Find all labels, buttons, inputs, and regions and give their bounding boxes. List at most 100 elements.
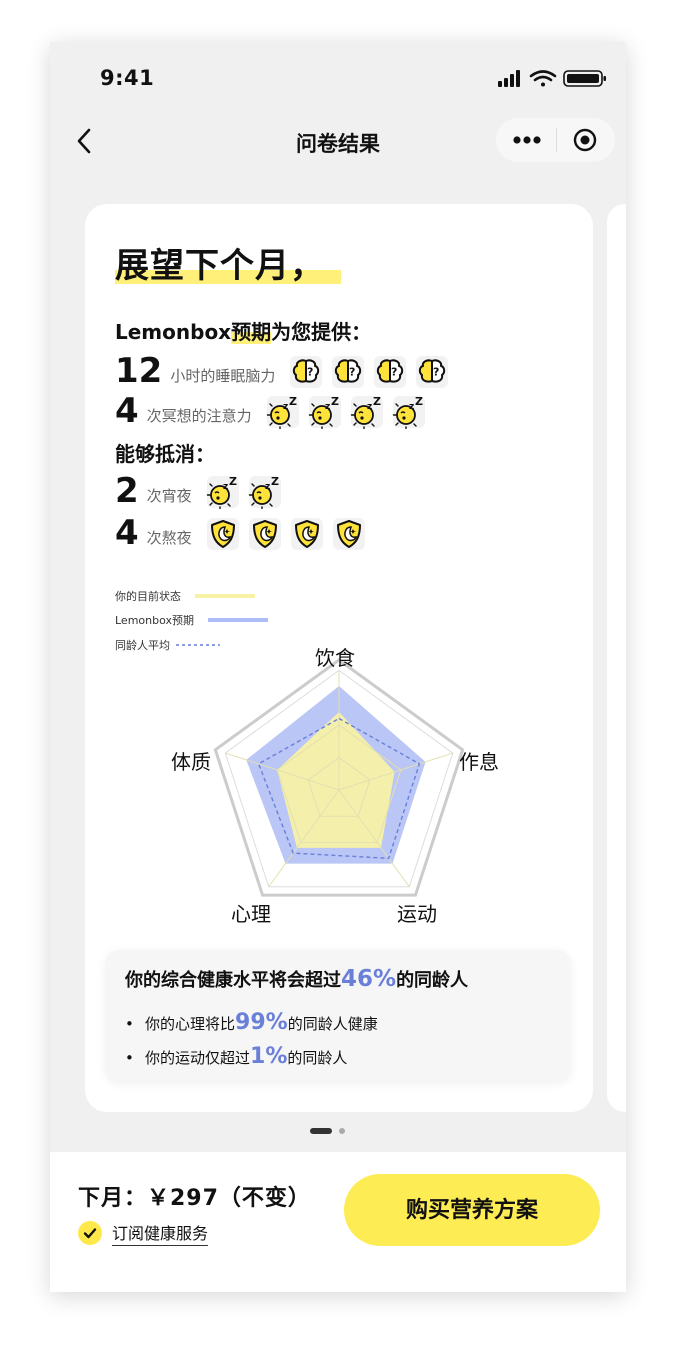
summary-pre: 你的综合健康水平将会超过 (125, 970, 341, 991)
offset-unit: 次熬夜 (146, 529, 192, 547)
summary-box: 你的综合健康水平将会超过46%的同龄人 • 你的心理将比99%的同龄人健康 • 你的… (105, 950, 571, 1082)
brain-icon: ? (416, 356, 449, 388)
bullet-dot: • (125, 1049, 134, 1067)
page-dot-active[interactable] (310, 1128, 332, 1134)
offset-row-latenight: 4 次熬夜 (115, 512, 366, 552)
summary-bullet-mind: • 你的心理将比99%的同龄人健康 (125, 1010, 378, 1035)
svg-text:Z: Z (271, 475, 279, 488)
svg-text:z: z (223, 482, 228, 492)
provide-value: 12 (115, 351, 163, 391)
provide-value: 4 (115, 391, 139, 431)
sleepy-face-icon: zZ (308, 395, 341, 429)
moon-shield-icon (206, 518, 239, 550)
provide-unit: 次冥想的注意力 (146, 407, 252, 425)
next-card-peek[interactable] (607, 204, 626, 1112)
legend-label: 你的目前状态 (115, 590, 181, 603)
page-dot[interactable] (339, 1128, 345, 1134)
summary-main: 你的综合健康水平将会超过46%的同龄人 (125, 966, 468, 992)
brain-icons: ???? (289, 355, 449, 389)
svg-text:?: ? (307, 366, 313, 379)
check-icon[interactable] (78, 1221, 102, 1245)
capsule-divider (556, 128, 557, 152)
summary-pct: 46% (341, 966, 397, 992)
svg-text:Z: Z (415, 395, 423, 408)
moon-shield-icon (332, 518, 365, 550)
radar-chart (213, 658, 465, 897)
summary-bullet-exercise: • 你的运动仅超过1%的同龄人 (125, 1044, 347, 1069)
moon-shield-icon (290, 518, 323, 550)
legend-current: 你的目前状态 (115, 588, 255, 604)
svg-text:?: ? (391, 366, 397, 379)
axis-label-mind: 心理 (231, 902, 271, 926)
phone-screen: 9:41 问卷结果 展望下个月， Lemonbox预期为您提供： 12 小时的睡… (50, 42, 626, 1292)
axis-label-diet: 饮食 (315, 646, 355, 670)
next-month-price: 下月：￥297（不变） (78, 1186, 311, 1211)
page-indicator[interactable] (310, 1127, 350, 1135)
bullet-pre: 你的运动仅超过 (145, 1049, 251, 1067)
headline-wrap: 展望下个月， (115, 238, 341, 287)
svg-text:z: z (409, 402, 414, 412)
result-card: 展望下个月， Lemonbox预期为您提供： 12 小时的睡眠脑力 ???? 4… (85, 204, 593, 1112)
close-target-icon[interactable] (572, 127, 598, 153)
svg-text:?: ? (433, 366, 439, 379)
offset-value: 4 (115, 513, 139, 553)
svg-text:z: z (283, 402, 288, 412)
axis-label-rest: 作息 (459, 750, 499, 774)
mini-program-capsule (496, 118, 615, 162)
subtitle: Lemonbox预期为您提供： (115, 316, 371, 345)
subscribe-option[interactable]: 订阅健康服务 (78, 1220, 209, 1246)
axis-label-exercise: 运动 (397, 902, 437, 926)
bullet-pre: 你的心理将比 (145, 1015, 236, 1033)
offset-title: 能够抵消： (115, 442, 215, 466)
offset-unit: 次宵夜 (146, 487, 192, 505)
legend-expected: Lemonbox预期 (115, 612, 269, 628)
bullet-pct: 1% (250, 1044, 288, 1069)
moon-shield-icons (206, 517, 366, 551)
headline: 展望下个月， (115, 246, 325, 286)
battery-icon (563, 70, 606, 87)
brain-icon: ? (290, 356, 323, 388)
svg-text:Z: Z (331, 395, 339, 408)
subscribe-label[interactable]: 订阅健康服务 (112, 1220, 209, 1246)
sleepy-face-icon: zZ (206, 475, 239, 509)
moon-shield-icon (248, 518, 281, 550)
sleepy-face-icon: zZ (350, 395, 383, 429)
axis-label-physique: 体质 (171, 750, 211, 774)
offset-value: 2 (115, 471, 139, 511)
subtitle-rest: 为您提供： (271, 320, 372, 344)
status-time: 9:41 (100, 66, 155, 90)
legend-label: Lemonbox预期 (115, 614, 195, 627)
wifi-icon (529, 70, 557, 87)
sleepy-face-icon: zZ (266, 395, 299, 429)
sleepy-face-icon: zZ (248, 475, 281, 509)
brain-icon: ? (374, 356, 407, 388)
offset-row-snack: 2 次宵夜 zZzZ (115, 470, 282, 510)
sleepy-face-icons: zZzZ (206, 475, 282, 509)
provide-row-sleep: 12 小时的睡眠脑力 ???? (115, 350, 449, 390)
svg-text:Z: Z (229, 475, 237, 488)
checkout-footer: 下月：￥297（不变） 订阅健康服务 购买营养方案 (50, 1152, 626, 1292)
signal-icon (498, 70, 520, 87)
svg-text:z: z (367, 402, 372, 412)
svg-text:?: ? (349, 366, 355, 379)
provide-unit: 小时的睡眠脑力 (170, 367, 276, 385)
more-icon[interactable] (510, 128, 544, 152)
bullet-post: 的同龄人 (287, 1049, 348, 1067)
status-icons (498, 70, 606, 87)
svg-text:Z: Z (373, 395, 381, 408)
svg-text:Z: Z (289, 395, 297, 408)
svg-text:z: z (325, 402, 330, 412)
legend-swatch-expected (208, 618, 269, 622)
bullet-dot: • (125, 1015, 134, 1033)
bullet-pct: 99% (235, 1010, 288, 1035)
bullet-post: 的同龄人健康 (287, 1015, 378, 1033)
sleepy-face-icons: zZzZzZzZ (266, 395, 426, 429)
summary-post: 的同龄人 (396, 970, 469, 991)
subtitle-highlight: 预期 (231, 320, 272, 344)
provide-row-meditation: 4 次冥想的注意力 zZzZzZzZ (115, 390, 426, 430)
subtitle-brand: Lemonbox (115, 320, 232, 344)
brain-icon: ? (332, 356, 365, 388)
svg-text:z: z (265, 482, 270, 492)
buy-plan-button[interactable]: 购买营养方案 (344, 1174, 600, 1246)
legend-swatch-current (195, 594, 255, 598)
